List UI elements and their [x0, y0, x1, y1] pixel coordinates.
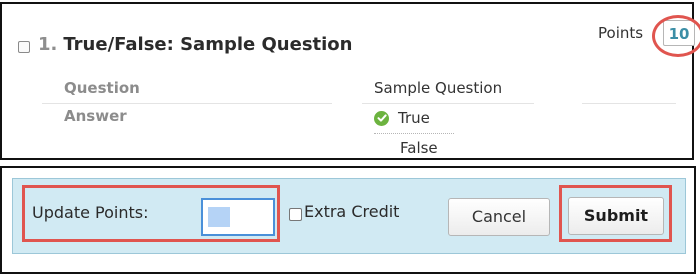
- update-points-label: Update Points:: [32, 203, 149, 222]
- cancel-button[interactable]: Cancel: [448, 198, 550, 236]
- update-points-input[interactable]: [201, 198, 275, 236]
- answer-row-label: Answer: [64, 107, 127, 125]
- question-row-label: Question: [64, 79, 140, 97]
- question-panel: 1. True/False: Sample Question Points 10 …: [0, 2, 700, 160]
- answer-option-false: False: [400, 139, 438, 157]
- update-points-panel: Update Points: Extra Credit Cancel Submi…: [0, 166, 696, 274]
- question-title-text: True/False: Sample Question: [63, 34, 353, 55]
- question-row-value: Sample Question: [374, 79, 503, 97]
- points-label: Points: [598, 24, 644, 42]
- answer-text: True: [398, 109, 430, 127]
- question-select-checkbox[interactable]: [18, 41, 30, 53]
- points-value[interactable]: 10: [663, 20, 695, 46]
- extra-credit-label[interactable]: Extra Credit: [304, 202, 399, 221]
- submit-button[interactable]: Submit: [568, 197, 664, 235]
- question-title: 1. True/False: Sample Question: [38, 34, 352, 55]
- answer-divider: [374, 133, 454, 134]
- row-divider: [42, 103, 332, 104]
- checkmark-circle-icon: [374, 110, 389, 126]
- extra-credit-checkbox[interactable]: [289, 208, 302, 221]
- row-divider: [362, 103, 534, 104]
- answer-option-true: True: [374, 109, 430, 127]
- question-number: 1.: [38, 34, 58, 55]
- row-divider: [582, 103, 676, 104]
